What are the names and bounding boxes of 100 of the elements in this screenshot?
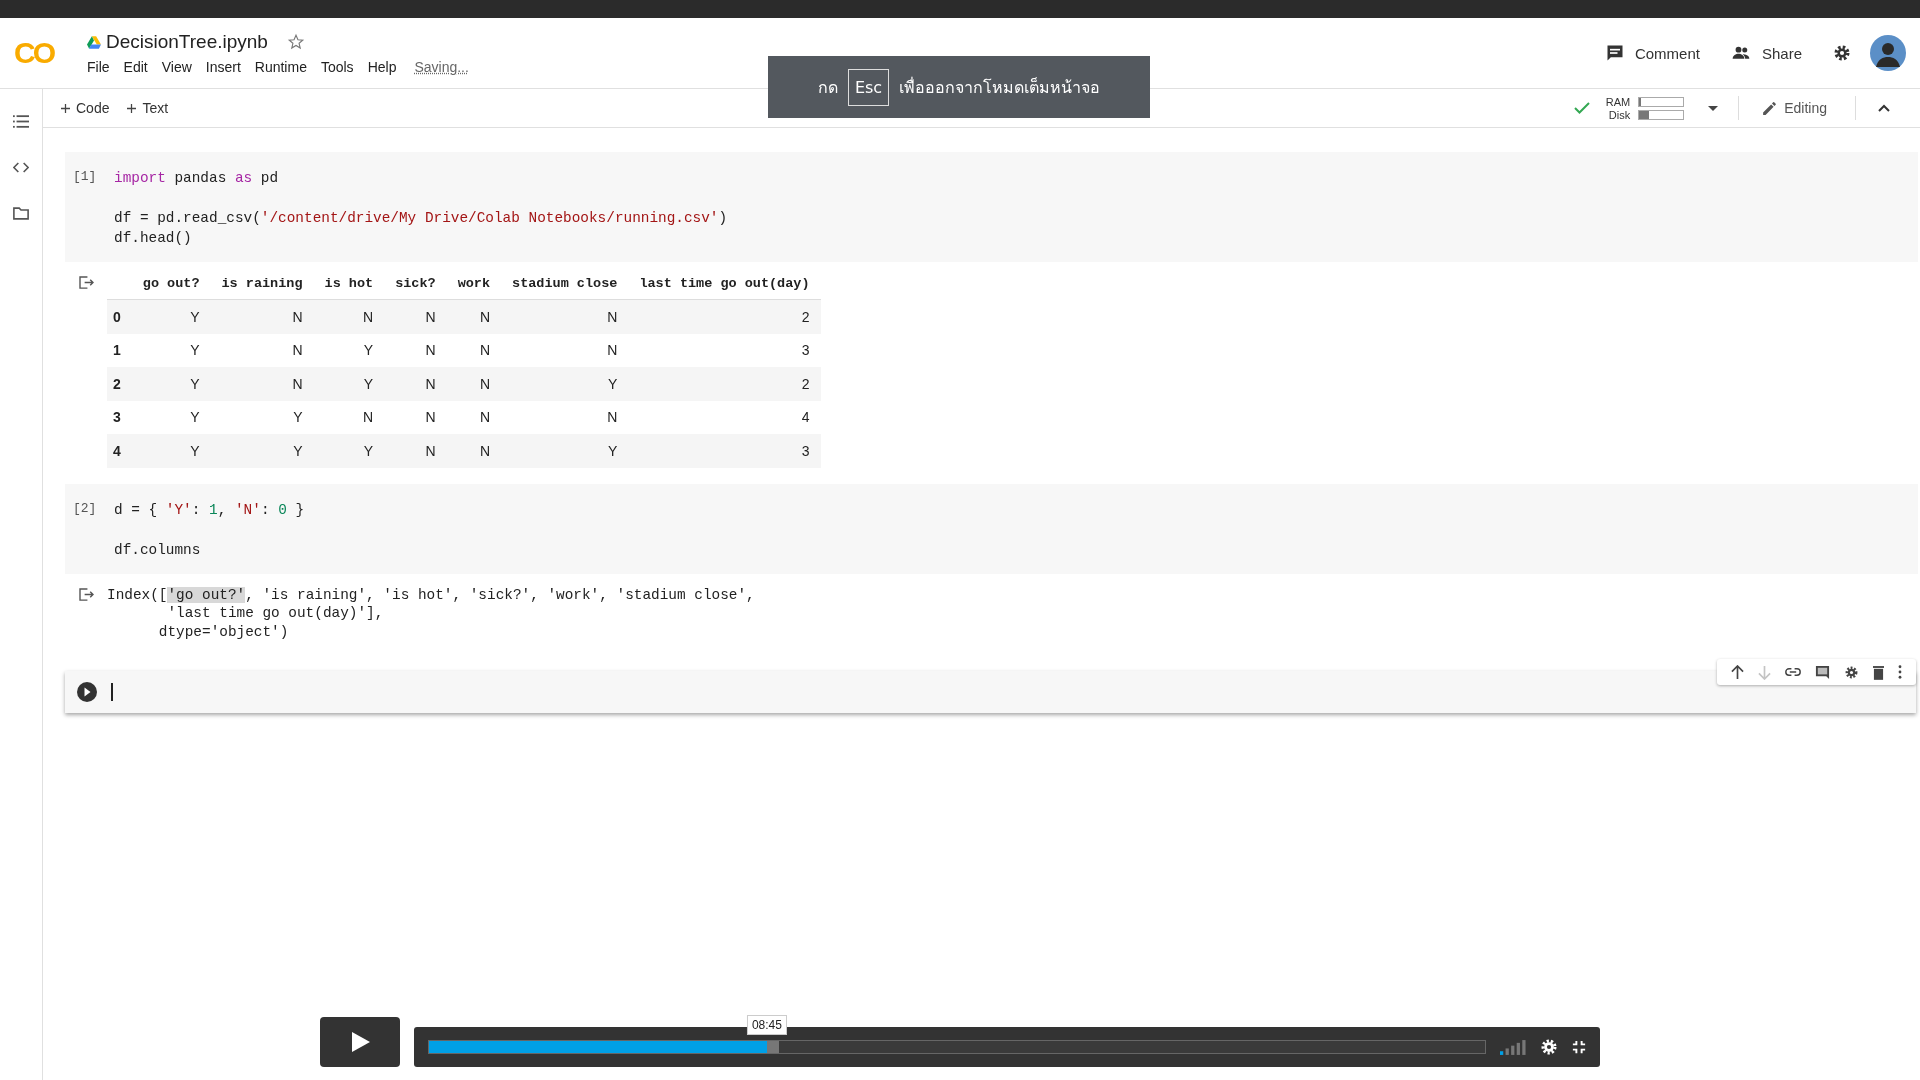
table-cell: N xyxy=(446,400,502,434)
table-cell: Y xyxy=(313,333,385,367)
table-cell: N xyxy=(210,299,314,334)
drive-icon xyxy=(87,35,101,49)
table-cell: N xyxy=(210,367,314,401)
table-cell: N xyxy=(501,333,629,367)
text-cursor xyxy=(111,683,113,701)
table-cell: N xyxy=(313,299,385,334)
toast-text: กด xyxy=(817,76,838,99)
plus-icon xyxy=(61,103,70,113)
editing-button[interactable]: Editing xyxy=(1761,99,1827,117)
share-button[interactable]: Share xyxy=(1729,43,1802,63)
plus-icon xyxy=(127,103,137,113)
trash-icon[interactable] xyxy=(1873,664,1884,680)
notebook-title[interactable]: DecisionTree.ipynb xyxy=(106,31,268,53)
row-index: 1 xyxy=(107,333,132,367)
code-cell[interactable]: [1] import pandas as pd df = pd.read_csv('/content/drive/My Drive/Colab Notebooks/running.csv') df.head() xyxy=(65,152,1918,262)
add-code-button[interactable]: Code xyxy=(61,100,110,116)
table-cell: Y xyxy=(501,434,629,468)
table-cell: N xyxy=(384,299,447,334)
collapse-icon[interactable] xyxy=(1878,104,1890,112)
resource-label: Disk xyxy=(1607,108,1631,121)
exit-fullscreen-icon[interactable] xyxy=(1572,1040,1586,1054)
table-cell: N xyxy=(446,333,502,367)
menu-item[interactable]: Edit xyxy=(123,59,148,75)
table-cell: Y xyxy=(131,367,211,401)
row-index: 2 xyxy=(107,367,132,401)
table-cell: Y xyxy=(210,434,314,468)
link-icon[interactable] xyxy=(1785,668,1801,676)
folder-icon[interactable] xyxy=(13,207,29,220)
settings-icon[interactable] xyxy=(1832,43,1852,63)
column-header: is hot xyxy=(313,276,385,300)
output-icon[interactable] xyxy=(79,587,94,601)
table-cell: Y xyxy=(131,299,211,334)
table-cell: 3 xyxy=(628,333,821,367)
run-button[interactable] xyxy=(77,682,97,702)
settings-icon[interactable] xyxy=(1540,1038,1558,1056)
save-status: Saving... xyxy=(414,59,469,75)
code-cell[interactable] xyxy=(65,671,1916,713)
menu-item[interactable]: Tools xyxy=(320,59,354,75)
menu-item[interactable]: Help xyxy=(367,59,397,75)
column-header: go out? xyxy=(131,276,211,300)
key-hint: Esc xyxy=(847,68,890,106)
time-tooltip: 08:45 xyxy=(746,1015,787,1035)
table-cell: 3 xyxy=(628,434,821,468)
table-cell: N xyxy=(210,333,314,367)
table-of-contents-icon[interactable] xyxy=(13,115,29,128)
dropdown-icon[interactable] xyxy=(1708,105,1719,111)
comment-button[interactable]: Comment xyxy=(1604,43,1700,63)
check-icon xyxy=(1574,102,1591,114)
toast-text: เพื่อออกจากโหมดเต็มหน้าจอ xyxy=(899,76,1101,99)
column-header: sick? xyxy=(384,276,447,300)
table-cell: N xyxy=(384,400,447,434)
table-cell: Y xyxy=(501,367,629,401)
table-cell: N xyxy=(384,333,447,367)
code-cell[interactable]: [2] d = { 'Y': 1, 'N': 0 } df.columns xyxy=(65,483,1918,574)
table-cell: 2 xyxy=(628,299,821,334)
comment-icon[interactable] xyxy=(1815,664,1830,680)
play-button[interactable] xyxy=(320,1017,400,1067)
output-line: 'last time go out(day)'], xyxy=(166,604,385,623)
column-header: stadium close xyxy=(501,276,629,300)
column-header: work xyxy=(446,276,502,300)
menu-item[interactable]: File xyxy=(87,59,110,75)
resource-label: RAM xyxy=(1604,95,1631,108)
table-cell: Y xyxy=(313,367,385,401)
move-up-icon[interactable] xyxy=(1731,664,1744,680)
row-index: 3 xyxy=(107,400,132,434)
output-line: dtype='object') xyxy=(157,622,290,641)
table-cell: Y xyxy=(131,400,211,434)
pencil-icon xyxy=(1761,99,1779,117)
output-icon[interactable] xyxy=(79,276,94,289)
table-cell: 4 xyxy=(628,400,821,434)
table-cell: Y xyxy=(210,400,314,434)
table-cell: 2 xyxy=(628,367,821,401)
volume-icon[interactable] xyxy=(1500,1039,1526,1055)
settings-icon[interactable] xyxy=(1844,664,1859,680)
table-cell: N xyxy=(313,400,385,434)
execution-count: [2] xyxy=(73,499,98,518)
table-cell: N xyxy=(501,400,629,434)
resource-meter xyxy=(1638,109,1685,120)
column-header: last time go out(day) xyxy=(628,276,821,300)
column-header: is raining xyxy=(210,276,314,300)
table-cell: N xyxy=(384,434,447,468)
table-cell: N xyxy=(446,299,502,334)
menu-item[interactable]: Runtime xyxy=(254,59,307,75)
code-snippets-icon[interactable] xyxy=(13,162,29,173)
comment-icon xyxy=(1604,43,1625,63)
row-index: 4 xyxy=(107,434,132,468)
execution-count: [1] xyxy=(73,168,98,186)
add-text-button[interactable]: Text xyxy=(127,100,169,116)
menu-item[interactable]: Insert xyxy=(205,59,241,75)
table-cell: N xyxy=(446,434,502,468)
menu-item[interactable]: View xyxy=(161,59,192,75)
avatar[interactable] xyxy=(1870,35,1906,71)
code-text: import pandas as pd df = pd.read_csv('/content/drive/My Drive/Colab Notebooks/running.csv') df.head() xyxy=(114,169,728,248)
table-cell: N xyxy=(501,299,629,334)
more-icon[interactable] xyxy=(1898,665,1902,679)
star-icon[interactable] xyxy=(286,33,305,51)
resource-meter xyxy=(1638,96,1685,107)
table-cell: N xyxy=(446,367,502,401)
